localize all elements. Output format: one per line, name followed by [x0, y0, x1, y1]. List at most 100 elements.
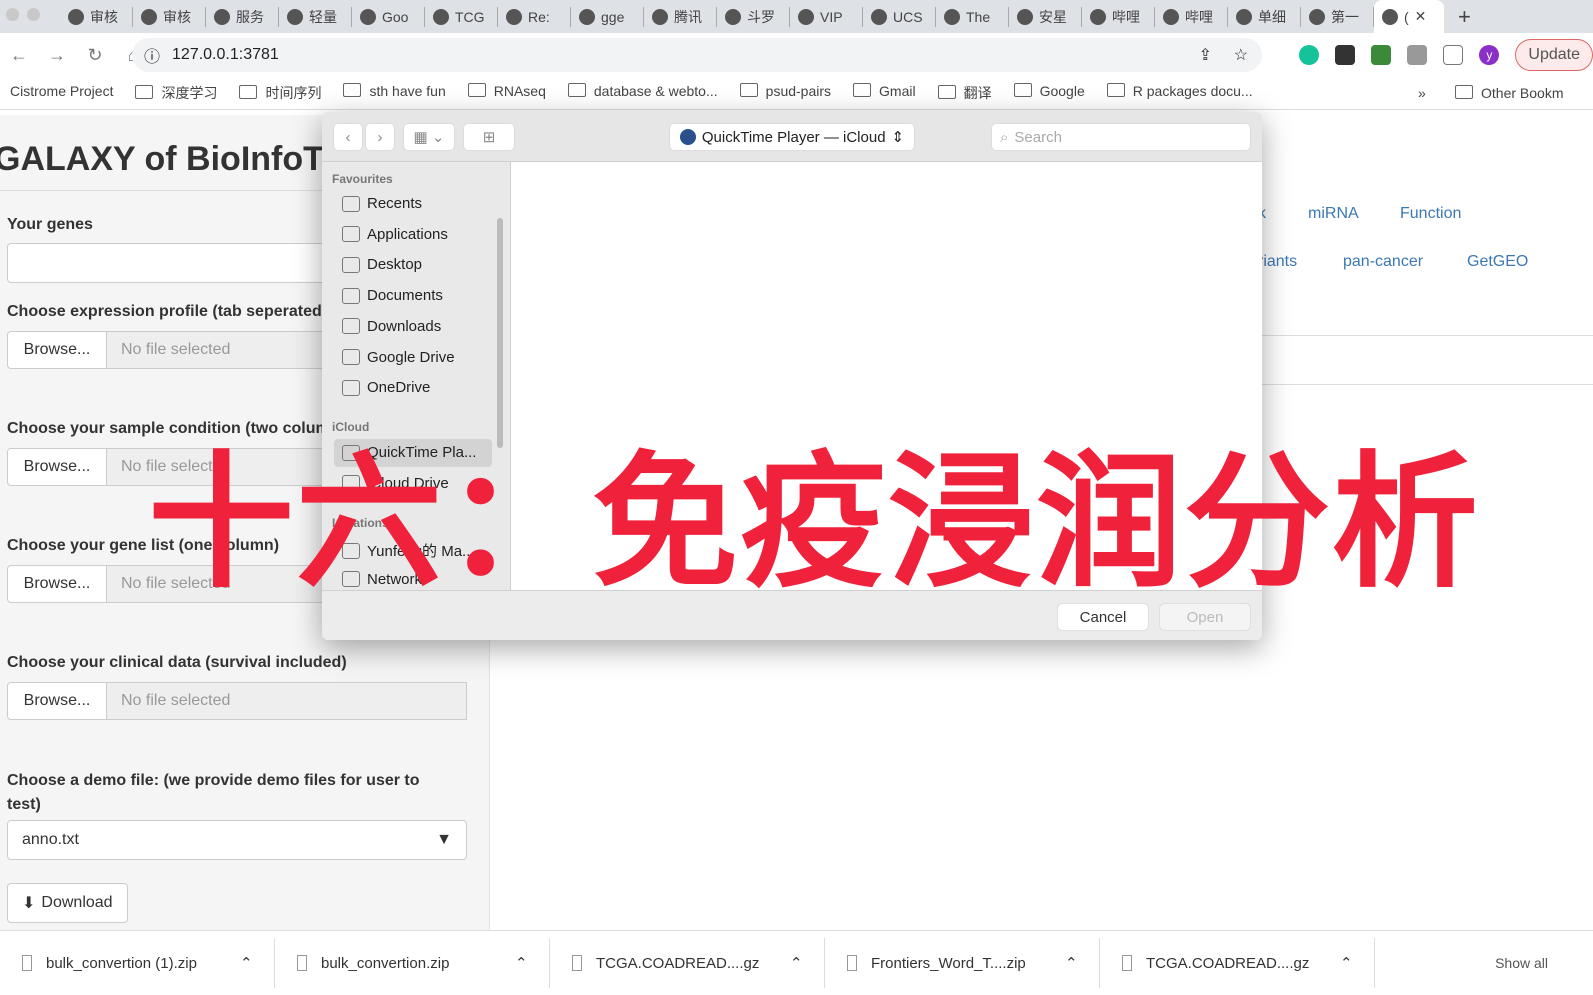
sidebar-item[interactable]: QuickTime Pla...: [334, 439, 492, 467]
download-button[interactable]: ⬇ Download: [7, 883, 128, 923]
sidebar-item-label: iCloud Drive: [367, 474, 449, 492]
url-input[interactable]: ⓘ 127.0.0.1:3781 ⇪ ☆: [132, 38, 1262, 72]
bookmark-item[interactable]: sth have fun: [343, 83, 445, 103]
grammarly-icon[interactable]: [1299, 45, 1320, 65]
bookmark-item[interactable]: Cistrome Project: [10, 83, 113, 103]
show-all-button[interactable]: Show all: [1495, 955, 1548, 971]
other-bookmarks[interactable]: Other Bookm: [1455, 85, 1563, 101]
reload-icon[interactable]: ↻: [76, 45, 114, 66]
browser-tab[interactable]: TCG: [425, 6, 498, 27]
browser-tab[interactable]: Re:: [498, 6, 571, 27]
new-folder-button[interactable]: ⊞: [464, 124, 514, 150]
nav-link[interactable]: pan-cancer: [1343, 253, 1423, 271]
browser-tab[interactable]: 轻量: [279, 6, 352, 27]
back-icon[interactable]: ←: [0, 45, 38, 66]
android-beta-icon[interactable]: [1371, 45, 1392, 65]
tab-favicon-icon: [506, 8, 522, 25]
bookmark-item[interactable]: database & webto...: [568, 83, 718, 103]
browser-tab[interactable]: 第一: [1301, 6, 1374, 27]
location-icon: [342, 475, 360, 492]
bookmark-item[interactable]: 时间序列: [239, 83, 321, 103]
browser-tab[interactable]: 腾讯: [644, 6, 717, 27]
sidebar-item[interactable]: OneDrive: [342, 379, 492, 396]
bookmark-item[interactable]: R packages docu...: [1107, 83, 1253, 103]
download-item[interactable]: bulk_convertion.zip ⌃: [275, 938, 550, 988]
file-input[interactable]: Browse... No file selected: [7, 682, 467, 720]
puzzle-icon[interactable]: [1407, 45, 1428, 65]
more-bookmarks[interactable]: »: [1418, 85, 1426, 101]
sidebar-item[interactable]: Recents: [342, 195, 492, 212]
share-icon[interactable]: ⇪: [1199, 45, 1212, 65]
dialog-forward-button[interactable]: ›: [366, 124, 394, 150]
browser-tab[interactable]: UCS: [863, 6, 936, 27]
browser-tab[interactable]: 斗罗: [717, 6, 790, 27]
profile-avatar[interactable]: y: [1479, 45, 1500, 65]
update-button[interactable]: Update: [1515, 39, 1593, 71]
nav-link[interactable]: Function: [1400, 205, 1461, 223]
bookmark-item[interactable]: 深度学习: [135, 83, 217, 103]
extension-icon[interactable]: [1335, 45, 1356, 65]
nav-link[interactable]: riants: [1258, 253, 1297, 271]
close-tab-icon[interactable]: ✕: [1415, 8, 1427, 25]
bookmark-item[interactable]: RNAseq: [468, 83, 546, 103]
location-popup[interactable]: QuickTime Player — iCloud ⇕: [670, 124, 914, 150]
new-tab-button[interactable]: +: [1458, 4, 1471, 30]
sidebar-item[interactable]: Network: [342, 571, 492, 588]
star-icon[interactable]: ☆: [1234, 45, 1248, 65]
tab-title: UCS: [893, 8, 923, 25]
tab-favicon-icon: [1236, 8, 1252, 25]
url-text: 127.0.0.1:3781: [172, 46, 279, 63]
view-mode-button[interactable]: ▦ ⌄: [404, 124, 454, 150]
bookmark-item[interactable]: Gmail: [853, 83, 916, 103]
browse-button[interactable]: Browse...: [7, 331, 107, 369]
browser-tab[interactable]: gge: [571, 6, 644, 27]
chevron-up-icon[interactable]: ⌃: [1340, 954, 1353, 972]
bookmark-item[interactable]: 翻译: [938, 83, 992, 103]
sidebar-item[interactable]: Google Drive: [342, 349, 492, 366]
bookmark-item[interactable]: psud-pairs: [740, 83, 831, 103]
browser-tab[interactable]: 哔哩: [1082, 6, 1155, 27]
sidebar-scrollbar[interactable]: [497, 218, 503, 448]
browse-button[interactable]: Browse...: [7, 565, 107, 603]
sidebar-item[interactable]: Applications: [342, 226, 492, 243]
browser-tab[interactable]: VIP: [790, 6, 863, 27]
sidebar-item[interactable]: Downloads: [342, 318, 492, 335]
nav-link[interactable]: GetGEO: [1467, 253, 1528, 271]
download-item[interactable]: Frontiers_Word_T....zip ⌃: [825, 938, 1100, 988]
browser-tab[interactable]: 单细: [1228, 6, 1301, 27]
browser-tab[interactable]: 审核: [133, 6, 206, 27]
download-item[interactable]: bulk_convertion (1).zip ⌃: [0, 938, 275, 988]
chevron-up-icon[interactable]: ⌃: [240, 954, 253, 972]
info-icon[interactable]: ⓘ: [144, 43, 160, 67]
file-list[interactable]: [510, 162, 1262, 590]
browser-tab[interactable]: 安星: [1009, 6, 1082, 27]
download-item[interactable]: TCGA.COADREAD....gz ⌃: [550, 938, 825, 988]
search-input[interactable]: ⌕ Search: [992, 124, 1250, 150]
sidebar-item[interactable]: Documents: [342, 287, 492, 304]
browser-tab[interactable]: Goo: [352, 6, 425, 27]
chevron-up-icon[interactable]: ⌃: [1065, 954, 1078, 972]
browse-button[interactable]: Browse...: [7, 448, 107, 486]
demo-file-select[interactable]: anno.txt ▼: [7, 820, 467, 860]
browser-tab[interactable]: The: [936, 6, 1009, 27]
chevron-up-icon[interactable]: ⌃: [790, 954, 803, 972]
dialog-back-button[interactable]: ‹: [334, 124, 362, 150]
sidebar-item[interactable]: Yunfeng的 Ma...: [342, 540, 492, 561]
sidebar-item[interactable]: Desktop: [342, 256, 492, 273]
chevron-up-icon[interactable]: ⌃: [515, 954, 528, 972]
browse-button[interactable]: Browse...: [7, 682, 107, 720]
forward-icon[interactable]: →: [38, 45, 76, 66]
sidepanel-icon[interactable]: [1443, 45, 1464, 65]
open-button[interactable]: Open: [1160, 604, 1250, 630]
window-controls[interactable]: [6, 8, 40, 21]
browser-tab[interactable]: (✕: [1374, 0, 1444, 33]
browser-tab[interactable]: 服务: [206, 6, 279, 27]
file-open-dialog: ‹ › ▦ ⌄ ⊞ QuickTime Player — iCloud ⇕ ⌕ Se…: [322, 112, 1262, 640]
browser-tab[interactable]: 哔哩: [1155, 6, 1228, 27]
nav-link[interactable]: miRNA: [1308, 205, 1359, 223]
cancel-button[interactable]: Cancel: [1058, 604, 1148, 630]
download-item[interactable]: TCGA.COADREAD....gz ⌃: [1100, 938, 1375, 988]
bookmark-item[interactable]: Google: [1014, 83, 1085, 103]
sidebar-item[interactable]: iCloud Drive: [342, 475, 492, 492]
browser-tab[interactable]: 审核: [60, 6, 133, 27]
